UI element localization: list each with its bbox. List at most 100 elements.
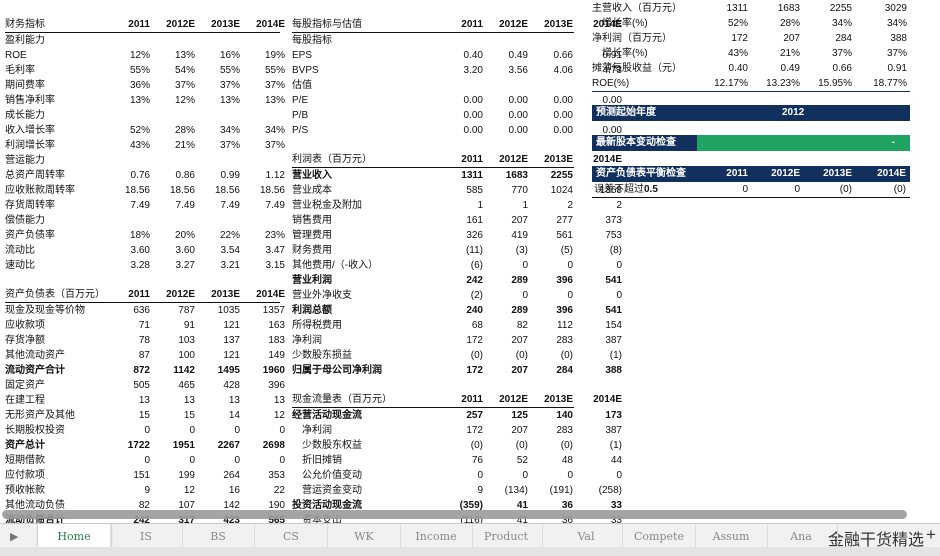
cell[interactable]: (0) xyxy=(478,348,528,363)
cell[interactable]: 7.49 xyxy=(145,198,195,213)
cell[interactable]: 1 xyxy=(478,198,528,213)
cell[interactable]: 18% xyxy=(100,228,150,243)
cell[interactable]: 172 xyxy=(698,31,748,46)
cell[interactable]: 161 xyxy=(433,213,483,228)
cell[interactable]: 16 xyxy=(190,483,240,498)
cell[interactable]: 2267 xyxy=(190,438,240,453)
cell[interactable]: 326 xyxy=(433,228,483,243)
cell[interactable]: 0 xyxy=(750,182,800,197)
cell[interactable]: 396 xyxy=(235,378,285,393)
cell[interactable]: 7.49 xyxy=(235,198,285,213)
cell[interactable]: 7.49 xyxy=(100,198,150,213)
cell[interactable]: 18.56 xyxy=(190,183,240,198)
cell[interactable]: (0) xyxy=(478,438,528,453)
cell[interactable]: 3.54 xyxy=(190,243,240,258)
cell[interactable]: 428 xyxy=(190,378,240,393)
cell[interactable]: 1311 xyxy=(698,1,748,16)
cell[interactable]: (1) xyxy=(572,348,622,363)
cell[interactable]: 13% xyxy=(145,48,195,63)
cell[interactable]: (0) xyxy=(523,438,573,453)
cell[interactable]: 1960 xyxy=(235,363,285,378)
cell[interactable]: 13% xyxy=(100,93,150,108)
cell[interactable]: 388 xyxy=(857,31,907,46)
cell[interactable]: 1722 xyxy=(100,438,150,453)
cell[interactable]: 22 xyxy=(235,483,285,498)
cell[interactable]: 34% xyxy=(235,123,285,138)
cell[interactable]: 0.00 xyxy=(523,123,573,138)
cell[interactable]: 541 xyxy=(572,273,622,288)
cell[interactable]: 872 xyxy=(100,363,150,378)
cell[interactable]: 13% xyxy=(235,93,285,108)
cell[interactable]: 15 xyxy=(100,408,150,423)
sheet-tab-compete[interactable]: Compete xyxy=(623,524,696,548)
cell[interactable]: 1.12 xyxy=(235,168,285,183)
cell[interactable]: 15 xyxy=(145,408,195,423)
cell[interactable]: 465 xyxy=(145,378,195,393)
sheet-tab-is[interactable]: IS xyxy=(110,524,183,548)
cell[interactable]: 0 xyxy=(698,182,748,197)
sheet-tab-assum[interactable]: Assum xyxy=(695,524,768,548)
cell[interactable]: 34% xyxy=(190,123,240,138)
cell[interactable]: 0 xyxy=(235,423,285,438)
cell[interactable]: 0.66 xyxy=(523,48,573,63)
cell[interactable]: (8) xyxy=(572,243,622,258)
cell[interactable]: (11) xyxy=(433,243,483,258)
cell[interactable]: 419 xyxy=(478,228,528,243)
cell[interactable]: 2 xyxy=(523,198,573,213)
cell[interactable]: 0 xyxy=(190,453,240,468)
cell[interactable]: 55% xyxy=(235,63,285,78)
cell[interactable]: 787 xyxy=(145,303,195,318)
cell[interactable]: 137 xyxy=(190,333,240,348)
cell[interactable]: 242 xyxy=(433,273,483,288)
cell[interactable]: 172 xyxy=(433,363,483,378)
cell[interactable]: 12.17% xyxy=(698,76,748,91)
cell[interactable]: 37% xyxy=(190,78,240,93)
cell[interactable]: 0.49 xyxy=(750,61,800,76)
cell[interactable]: 561 xyxy=(523,228,573,243)
cell[interactable]: 82 xyxy=(478,318,528,333)
sheet-tab-product[interactable]: Product xyxy=(470,524,543,548)
cell[interactable]: 1495 xyxy=(190,363,240,378)
cell[interactable]: 0.99 xyxy=(190,168,240,183)
cell[interactable]: 172 xyxy=(433,423,483,438)
cell[interactable]: 154 xyxy=(572,318,622,333)
cell[interactable]: 0.76 xyxy=(100,168,150,183)
cell[interactable]: 121 xyxy=(190,348,240,363)
cell[interactable]: 18.56 xyxy=(235,183,285,198)
cell[interactable]: 20% xyxy=(145,228,195,243)
cell[interactable]: 0 xyxy=(235,453,285,468)
cell[interactable]: 207 xyxy=(478,333,528,348)
cell[interactable]: (0) xyxy=(802,182,852,197)
cell[interactable]: 0 xyxy=(478,288,528,303)
cell[interactable]: 0 xyxy=(145,423,195,438)
cell[interactable]: 183 xyxy=(235,333,285,348)
cell[interactable]: 78 xyxy=(100,333,150,348)
cell[interactable]: 1357 xyxy=(235,303,285,318)
cell[interactable]: 207 xyxy=(750,31,800,46)
cell[interactable]: 71 xyxy=(100,318,150,333)
cell[interactable]: 13 xyxy=(190,393,240,408)
cell[interactable]: 207 xyxy=(478,213,528,228)
cell[interactable]: 3.27 xyxy=(145,258,195,273)
cell[interactable]: 125 xyxy=(478,408,528,423)
cell[interactable]: 13 xyxy=(145,393,195,408)
cell[interactable]: 0.86 xyxy=(145,168,195,183)
cell[interactable]: (2) xyxy=(433,288,483,303)
cell[interactable]: 16% xyxy=(190,48,240,63)
cell[interactable]: 289 xyxy=(478,303,528,318)
cell[interactable]: 3.15 xyxy=(235,258,285,273)
cell[interactable]: 52% xyxy=(698,16,748,31)
cell[interactable]: 37% xyxy=(857,46,907,61)
cell[interactable]: 44 xyxy=(572,453,622,468)
cell[interactable]: 21% xyxy=(750,46,800,61)
cell[interactable]: 770 xyxy=(478,183,528,198)
cell[interactable]: 277 xyxy=(523,213,573,228)
cell[interactable]: 48 xyxy=(523,453,573,468)
cell[interactable]: 289 xyxy=(478,273,528,288)
cell[interactable]: 283 xyxy=(523,423,573,438)
cell[interactable]: 207 xyxy=(478,423,528,438)
cell[interactable]: 2255 xyxy=(802,1,852,16)
cell[interactable]: 13.23% xyxy=(750,76,800,91)
cell[interactable]: 283 xyxy=(523,333,573,348)
cell[interactable]: 19% xyxy=(235,48,285,63)
